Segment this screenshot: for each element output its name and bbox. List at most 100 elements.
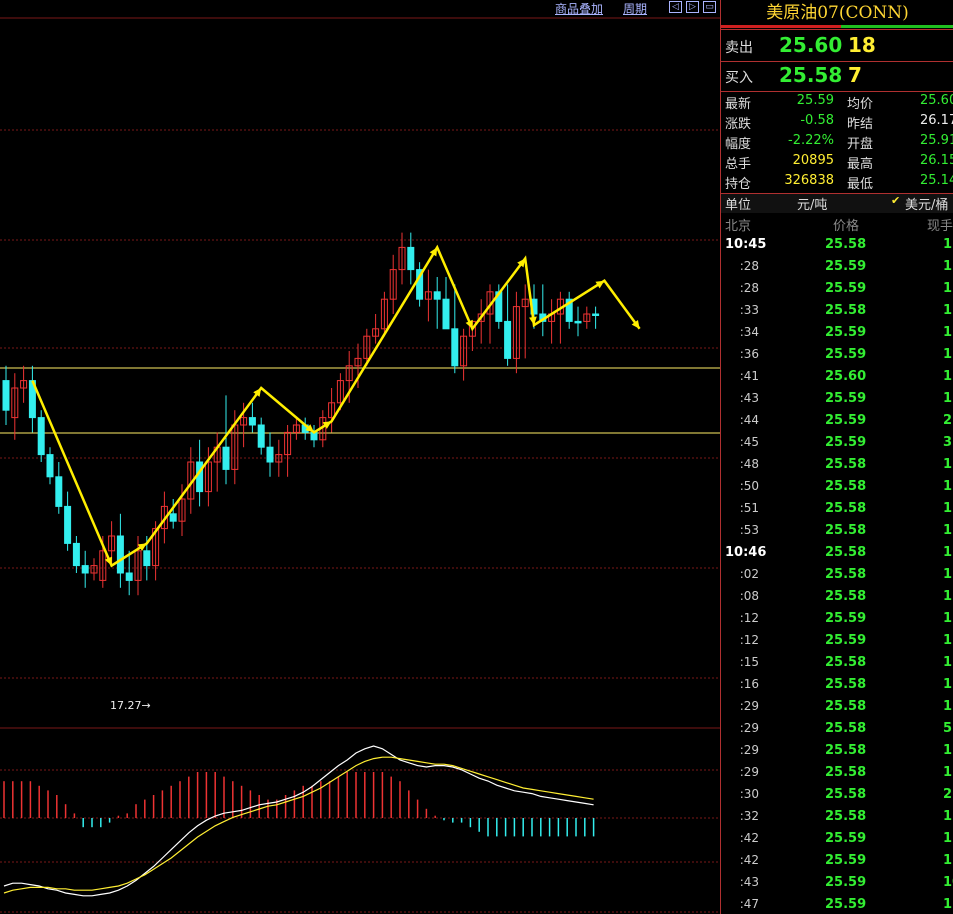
quote-label: 开盘 bbox=[847, 137, 874, 152]
buy-pressure-bar bbox=[841, 25, 953, 28]
tick-time: :30 bbox=[739, 787, 759, 801]
instrument-title: 美原油07(CONN) bbox=[766, 3, 909, 23]
candle-body bbox=[46, 454, 54, 478]
quote-label: 最低 bbox=[847, 177, 874, 192]
kline-chart[interactable]: 17.27→ bbox=[0, 0, 720, 914]
tick-row: :42 25.59 1 bbox=[721, 831, 953, 853]
tick-row: :29 25.58 5 bbox=[721, 721, 953, 743]
quote-label: 总手 bbox=[725, 157, 752, 172]
tick-volume: 3 bbox=[943, 435, 953, 450]
tick-time: :34 bbox=[739, 325, 759, 339]
buy-price: 25.58 bbox=[779, 63, 843, 87]
tick-time: :29 bbox=[739, 743, 759, 757]
tick-volume: 1 bbox=[943, 677, 953, 692]
scroll-right-button[interactable]: ▷ bbox=[686, 1, 699, 13]
sell-volume: 18 bbox=[848, 33, 876, 57]
quote-value: 26.17 bbox=[920, 113, 953, 128]
tick-price: 25.58 bbox=[825, 765, 867, 780]
candle-body bbox=[257, 424, 265, 448]
tick-time: :45 bbox=[739, 435, 759, 449]
tick-row: :32 25.58 1 bbox=[721, 809, 953, 831]
tick-volume: 1 bbox=[943, 611, 953, 626]
tick-row: :42 25.59 1 bbox=[721, 853, 953, 875]
quote-row-latest: 最新 25.59 均价 25.60 bbox=[721, 93, 953, 113]
tick-row: :16 25.58 1 bbox=[721, 677, 953, 699]
quote-value: -2.22% bbox=[788, 133, 834, 148]
tick-volume: 1 bbox=[943, 479, 953, 494]
tick-time: :29 bbox=[739, 721, 759, 735]
tick-row: :47 25.59 1 bbox=[721, 897, 953, 914]
tick-price: 25.58 bbox=[825, 655, 867, 670]
tick-volume: 1 bbox=[943, 303, 953, 318]
unit-row: 单位 元/吨 ✔ 美元/桶 bbox=[721, 194, 953, 213]
tick-time: :43 bbox=[739, 391, 759, 405]
tick-price: 25.59 bbox=[825, 435, 867, 450]
tick-price: 25.58 bbox=[825, 457, 867, 472]
tick-row: :02 25.58 1 bbox=[721, 567, 953, 589]
tick-row: :15 25.58 1 bbox=[721, 655, 953, 677]
quote-row-range: 幅度 -2.22% 开盘 25.91 bbox=[721, 133, 953, 153]
tick-price: 25.58 bbox=[825, 501, 867, 516]
tick-row: :34 25.59 1 bbox=[721, 325, 953, 347]
quote-label: 最新 bbox=[725, 97, 752, 112]
candle-body bbox=[451, 328, 459, 367]
tick-time: :47 bbox=[739, 897, 759, 911]
quote-value: 326838 bbox=[784, 173, 834, 188]
candle-body bbox=[592, 313, 600, 316]
tick-time: :28 bbox=[739, 259, 759, 273]
tick-time: 10:46 bbox=[725, 545, 767, 560]
quote-row-open-interest: 持仓 326838 最低 25.14 bbox=[721, 173, 953, 193]
tick-price: 25.58 bbox=[825, 303, 867, 318]
period-link[interactable]: 周期 bbox=[623, 0, 647, 17]
tick-volume: 1 bbox=[943, 567, 953, 582]
candle-body bbox=[143, 550, 151, 567]
tick-time: :43 bbox=[739, 875, 759, 889]
tick-row: :48 25.58 1 bbox=[721, 457, 953, 479]
tick-price: 25.59 bbox=[825, 325, 867, 340]
checkmark-icon: ✔ bbox=[891, 194, 901, 207]
candle-body bbox=[64, 505, 72, 544]
tick-price: 25.58 bbox=[825, 567, 867, 582]
commodity-overlay-link[interactable]: 商品叠加 bbox=[555, 0, 603, 17]
unit-cny-option[interactable]: 元/吨 bbox=[797, 194, 827, 213]
tick-volume: 1 bbox=[943, 347, 953, 362]
candle-body bbox=[116, 535, 124, 574]
unit-usd-option[interactable]: 美元/桶 bbox=[905, 194, 948, 213]
tick-row: :36 25.59 1 bbox=[721, 347, 953, 369]
tick-time: :29 bbox=[739, 765, 759, 779]
quote-value: 25.14 bbox=[920, 173, 953, 188]
tick-row: :44 25.59 2 bbox=[721, 413, 953, 435]
buy-volume: 7 bbox=[848, 63, 862, 87]
candle-body bbox=[2, 380, 10, 411]
sell-pressure-bar bbox=[721, 25, 841, 28]
tick-row: 10:46 25.58 1 bbox=[721, 545, 953, 567]
tick-row: :29 25.58 1 bbox=[721, 743, 953, 765]
tick-volume: 1 bbox=[943, 457, 953, 472]
tick-row: :41 25.60 1 bbox=[721, 369, 953, 391]
candle-body bbox=[37, 417, 45, 456]
ticks-header: 北京 价格 现手 bbox=[721, 215, 953, 235]
tick-row: :12 25.59 1 bbox=[721, 633, 953, 655]
tick-price: 25.58 bbox=[825, 523, 867, 538]
candle-body bbox=[407, 246, 415, 271]
candle-body bbox=[55, 476, 63, 507]
quote-label: 幅度 bbox=[725, 137, 752, 152]
tick-price: 25.59 bbox=[825, 281, 867, 296]
tick-volume: 1 bbox=[943, 237, 953, 252]
tick-volume: 1 bbox=[943, 259, 953, 274]
quote-value: 26.15 bbox=[920, 153, 953, 168]
tick-row: :43 25.59 10 bbox=[721, 875, 953, 897]
tick-price: 25.58 bbox=[825, 677, 867, 692]
candle-body bbox=[504, 320, 512, 359]
divider bbox=[721, 29, 953, 30]
divider bbox=[721, 91, 953, 92]
ticks-header-location: 北京 bbox=[725, 219, 752, 234]
layout-toggle-button[interactable]: ▭ bbox=[703, 1, 716, 13]
scroll-left-button[interactable]: ◁ bbox=[669, 1, 682, 13]
tick-price: 25.58 bbox=[825, 589, 867, 604]
tick-row: :29 25.58 1 bbox=[721, 765, 953, 787]
tick-price: 25.58 bbox=[825, 787, 867, 802]
quote-value: 20895 bbox=[792, 153, 834, 168]
tick-volume: 2 bbox=[943, 413, 953, 428]
kline-chart-area[interactable]: 17.27→ 商品叠加 周期 ◁ ▷ ▭ bbox=[0, 0, 720, 914]
